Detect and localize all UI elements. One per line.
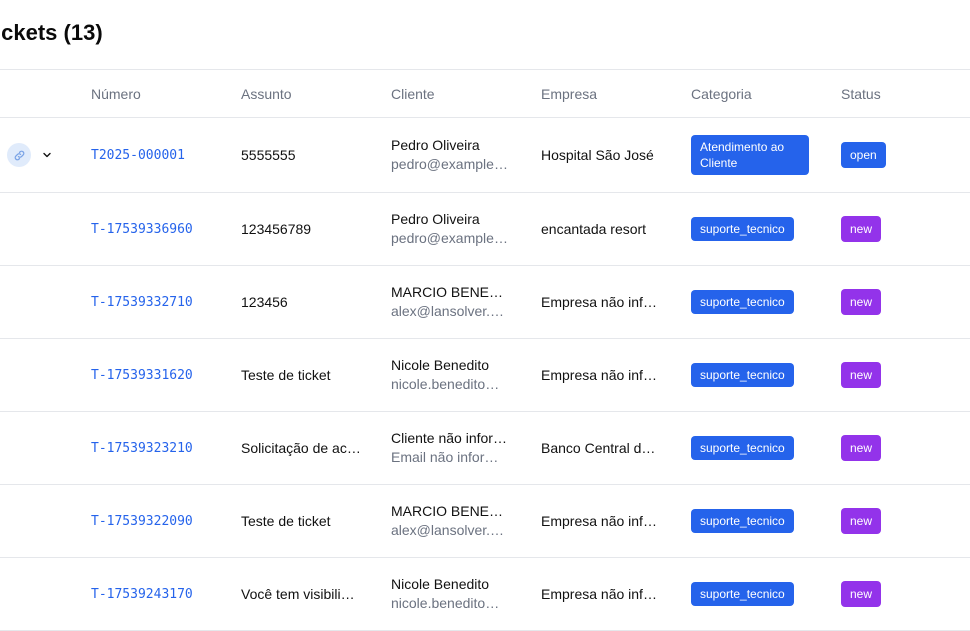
client-email: alex@lansolver.com [391, 522, 509, 538]
link-icon [14, 150, 24, 160]
company-name: encantada resort [541, 221, 647, 237]
category-badge: Atendimento ao Cliente [691, 135, 809, 175]
client-email: pedro@example.com [391, 230, 509, 246]
company-name: Empresa não informada [541, 586, 661, 602]
client-name: MARCIO BENEDITO [391, 503, 509, 519]
ticket-number-link[interactable]: T2025-000001 [91, 148, 203, 163]
company-name: Banco Central do Brasil [541, 440, 661, 456]
copy-link-button[interactable] [7, 143, 31, 167]
status-badge: new [841, 289, 882, 315]
status-badge: new [841, 508, 882, 534]
status-badge: new [841, 362, 882, 388]
category-badge: suporte_tecnico [691, 436, 794, 460]
table-row[interactable]: T2025-000001 5555555 Pedro Oliveira pedro@e… [0, 118, 970, 193]
client-email: Email não informado [391, 449, 509, 465]
ticket-number-link[interactable]: T-17539336960 [91, 222, 203, 237]
ticket-number-link[interactable]: T-17539243170 [91, 587, 203, 602]
client-name: MARCIO BENEDITO [391, 284, 509, 300]
table-row[interactable]: T-17539332710 123456 MARCIO BENEDITO alex@l… [0, 266, 970, 339]
ticket-subject: Você tem visibilidade? [241, 586, 361, 602]
expand-row-button[interactable] [38, 146, 56, 164]
client-name: Cliente não informado [391, 430, 509, 446]
company-name: Empresa não informada [541, 367, 661, 383]
status-badge: new [841, 435, 882, 461]
column-header-empresa[interactable]: Empresa [541, 70, 597, 118]
column-header-assunto[interactable]: Assunto [241, 70, 292, 118]
table-header: Número Assunto Cliente Empresa Categoria… [0, 69, 970, 118]
company-name: Empresa não informada [541, 294, 661, 310]
client-name: Nicole Benedito [391, 357, 490, 373]
client-email: nicole.benedito@example.com [391, 376, 509, 392]
client-name: Nicole Benedito [391, 576, 490, 592]
status-badge: open [841, 142, 886, 168]
category-badge: suporte_tecnico [691, 217, 794, 241]
ticket-subject: Teste de ticket [241, 367, 331, 383]
ticket-subject: Solicitação de acesso [241, 440, 361, 456]
company-name: Empresa não informada [541, 513, 661, 529]
category-badge: suporte_tecnico [691, 582, 794, 606]
category-badge: suporte_tecnico [691, 363, 794, 387]
table-row[interactable]: T-17539322090 Teste de ticket MARCIO BENED… [0, 485, 970, 558]
client-name: Pedro Oliveira [391, 137, 480, 153]
column-header-categoria[interactable]: Categoria [691, 70, 752, 118]
column-header-cliente[interactable]: Cliente [391, 70, 435, 118]
client-email: nicole.benedito@example.com [391, 595, 509, 611]
table-row[interactable]: T-17539331620 Teste de ticket Nicole Bened… [0, 339, 970, 412]
ticket-number-link[interactable]: T-17539323210 [91, 441, 203, 456]
ticket-subject: 5555555 [241, 147, 296, 163]
category-badge: suporte_tecnico [691, 290, 794, 314]
chevron-down-icon [43, 152, 51, 158]
ticket-number-link[interactable]: T-17539322090 [91, 514, 203, 529]
client-name: Pedro Oliveira [391, 211, 480, 227]
status-badge: new [841, 216, 882, 242]
ticket-subject: 123456789 [241, 221, 312, 237]
table-row[interactable]: T-17539323210 Solicitação de acesso Client… [0, 412, 970, 485]
table-row[interactable]: T-17539336960 123456789 Pedro Oliveira pedr… [0, 193, 970, 266]
ticket-number-link[interactable]: T-17539331620 [91, 368, 203, 383]
column-header-status[interactable]: Status [841, 70, 881, 118]
ticket-subject: 123456 [241, 294, 288, 310]
status-badge: new [841, 581, 882, 607]
ticket-subject: Teste de ticket [241, 513, 331, 529]
column-header-numero[interactable]: Número [91, 70, 141, 118]
category-badge: suporte_tecnico [691, 509, 794, 533]
company-name: Hospital São José [541, 147, 654, 163]
page-title: Tickets (13) [0, 20, 103, 45]
table-row[interactable]: T-17539243170 Você tem visibilidade? Nicol… [0, 558, 970, 631]
client-email: pedro@example.com [391, 156, 509, 172]
client-email: alex@lansolver.com [391, 303, 509, 319]
ticket-number-link[interactable]: T-17539332710 [91, 295, 203, 310]
